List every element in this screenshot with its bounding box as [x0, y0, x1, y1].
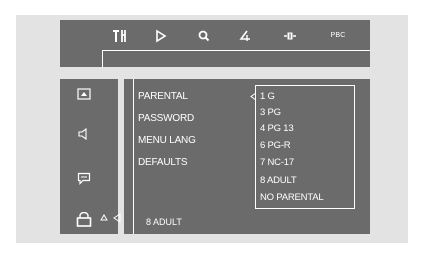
zoom-icon[interactable]	[195, 29, 213, 43]
menu-item-menu-lang[interactable]: MENU LANG	[138, 135, 196, 147]
toolbar-divider	[102, 50, 370, 51]
pbc-label[interactable]: PBC	[327, 29, 349, 43]
option-8-adult[interactable]: 8 ADULT	[260, 175, 297, 186]
option-no-parental[interactable]: NO PARENTAL	[260, 192, 324, 203]
option-6-pg-r[interactable]: 6 PG-R	[260, 140, 291, 151]
play-icon[interactable]	[152, 29, 170, 43]
menu-item-password[interactable]: PASSWORD	[138, 113, 194, 125]
subtitle-icon[interactable]	[75, 171, 93, 185]
lock-icon[interactable]	[76, 212, 92, 227]
sidebar	[60, 79, 118, 234]
angle-icon[interactable]	[236, 29, 254, 43]
picture-icon[interactable]	[75, 87, 93, 101]
menu-item-defaults[interactable]: DEFAULTS	[138, 157, 188, 169]
up-arrow-icon	[100, 213, 108, 225]
current-rating-status: 8 ADULT	[146, 217, 182, 227]
audio-icon[interactable]	[281, 29, 299, 43]
option-1-g[interactable]: 1 G	[260, 91, 275, 102]
option-3-pg[interactable]: 3 PG	[260, 107, 281, 118]
option-7-nc-17[interactable]: 7 NC-17	[260, 157, 294, 168]
option-4-pg-13[interactable]: 4 PG 13	[260, 123, 294, 134]
parental-options-list: 1 G 3 PG 4 PG 13 6 PG-R 7 NC-17 8 ADULT …	[255, 85, 355, 209]
main-panel-edge	[133, 79, 134, 234]
settings-icon[interactable]	[111, 29, 129, 43]
left-arrow-icon	[113, 213, 121, 226]
menu-item-parental[interactable]: PARENTAL	[138, 91, 188, 103]
toolbar	[60, 20, 370, 67]
toolbar-divider-notch	[102, 50, 103, 68]
speaker-icon[interactable]	[75, 127, 93, 141]
